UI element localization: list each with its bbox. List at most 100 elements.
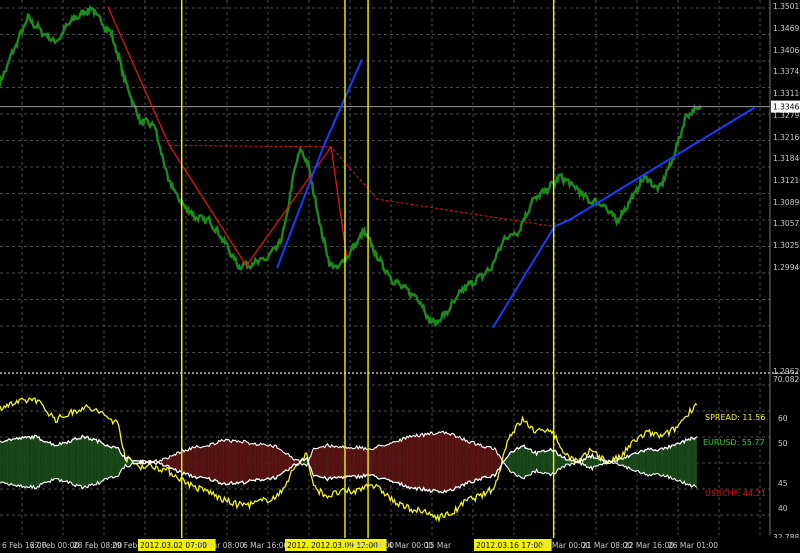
price-tick-label: 1.33110 [773,89,800,98]
oscillator-fill-segment [278,448,281,476]
oscillator-fill-segment [163,458,165,466]
oscillator-fill-segment [384,445,387,479]
oscillator-fill-segment [62,442,65,482]
oscillator-fill-segment [7,439,9,485]
oscillator-fill-segment [550,448,552,476]
oscillator-fill-segment [480,444,483,480]
oscillator-fill-segment [466,440,469,484]
oscillator-fill-segment [238,440,240,484]
oscillator-fill-segment [75,437,77,487]
oscillator-fill-segment [635,452,637,472]
oscillator-fill-segment [97,439,99,485]
oscillator-fill-segment [340,446,342,478]
oscillator-fill-segment [57,445,59,479]
oscillator-fill-segment [453,433,455,491]
oscillator-fill-segment [227,439,229,485]
oscillator-fill-segment [522,445,524,479]
oscillator-fill-segment [59,442,62,482]
oscillator-fill-segment [461,439,463,485]
oscillator-fill-segment [55,445,58,479]
oscillator-fill-segment [326,443,328,481]
oscillator-fill-segment [190,446,193,478]
oscillator-fill-segment [27,436,30,488]
oscillator-fill-segment [482,447,484,478]
oscillator-fill-segment [486,446,488,478]
oscillator-fill-segment [517,447,519,477]
oscillator-tick-label: 70.0828 [773,375,800,384]
time-axis: 6 Feb 16:0027 Feb 00:0028 Feb 08:0029 Fe… [0,538,800,553]
oscillator-fill-segment [434,433,437,491]
oscillator-fill-segment [490,446,492,478]
oscillator-fill-segment [284,452,286,472]
oscillator-fill-segment [32,436,34,488]
oscillator-fill-segment [526,448,529,476]
oscillator-fill-segment [525,448,527,476]
oscillator-fill-segment [373,447,375,477]
price-tick-label: 1.29940 [773,263,800,272]
oscillator-fill-segment [624,457,626,467]
oscillator-fill-segment [203,446,205,478]
oscillator-fill-segment [642,450,644,474]
oscillator-fill-segment [459,436,462,488]
oscillator-fill-segment [12,438,14,486]
oscillator-fill-segment [18,437,20,487]
oscillator-fill-segment [549,448,551,476]
oscillator-fill-segment [348,447,350,477]
oscillator-fill-segment [217,440,219,484]
oscillator-fill-segment [0,441,2,484]
oscillator-fill-segment [432,432,434,492]
oscillator-fill-segment [46,441,48,483]
oscillator-fill-segment [85,436,87,488]
oscillator-fill-segment [82,435,84,489]
oscillator-fill-segment [47,442,49,482]
oscillator-fill-segment [8,439,10,486]
oscillator-fill-segment [182,449,184,475]
oscillator-fill-segment [563,456,565,468]
oscillator-fill-segment [677,443,679,481]
oscillator-fill-segment [73,437,76,487]
oscillator-fill-segment [465,440,467,484]
oscillator-fill-segment [512,451,515,473]
oscillator-fill-segment [412,435,414,489]
legend-entry: SPREAD: 11.56 [705,413,765,422]
oscillator-fill-segment [230,441,232,483]
oscillator-fill-segment [107,444,109,480]
oscillator-fill-segment [632,453,635,471]
oscillator-fill-segment [83,436,85,488]
oscillator-fill-segment [423,433,426,491]
time-tick-label: 5 Mar 08:00 [199,541,245,550]
oscillator-fill-segment [200,447,203,478]
price-tick-label: 1.32160 [773,133,800,142]
oscillator-fill-segment [524,445,526,479]
oscillator-fill-segment [689,437,692,487]
oscillator-fill-segment [15,437,17,487]
oscillator-fill-segment [276,445,278,479]
oscillator-fill-segment [349,447,352,477]
oscillator-fill-segment [639,450,642,474]
oscillator-fill-segment [342,445,345,479]
oscillator-fill-segment [331,445,334,480]
oscillator-fill-segment [245,440,247,484]
oscillator-fill-segment [260,443,262,481]
oscillator-fill-segment [335,446,338,478]
oscillator-fill-segment [365,447,367,477]
oscillator-fill-segment [54,445,56,479]
oscillator-fill-segment [100,441,102,483]
oscillator-fill-segment [510,451,512,473]
oscillator-fill-segment [489,446,491,478]
oscillator-fill-segment [71,439,73,485]
oscillator-fill-segment [337,446,339,478]
oscillator-fill-segment [533,451,536,473]
oscillator-fill-segment [221,439,223,485]
oscillator-fill-segment [330,445,332,480]
oscillator-fill-segment [34,435,37,489]
oscillator-fill-segment [239,441,242,483]
oscillator-fill-segment [487,446,490,478]
oscillator-fill-segment [596,458,598,466]
oscillator-fill-segment [355,446,357,479]
oscillator-fill-segment [220,439,222,485]
oscillator-fill-segment [675,443,678,481]
oscillator-fill-segment [671,444,674,480]
oscillator-fill-segment [351,447,353,477]
oscillator-fill-segment [210,443,212,482]
